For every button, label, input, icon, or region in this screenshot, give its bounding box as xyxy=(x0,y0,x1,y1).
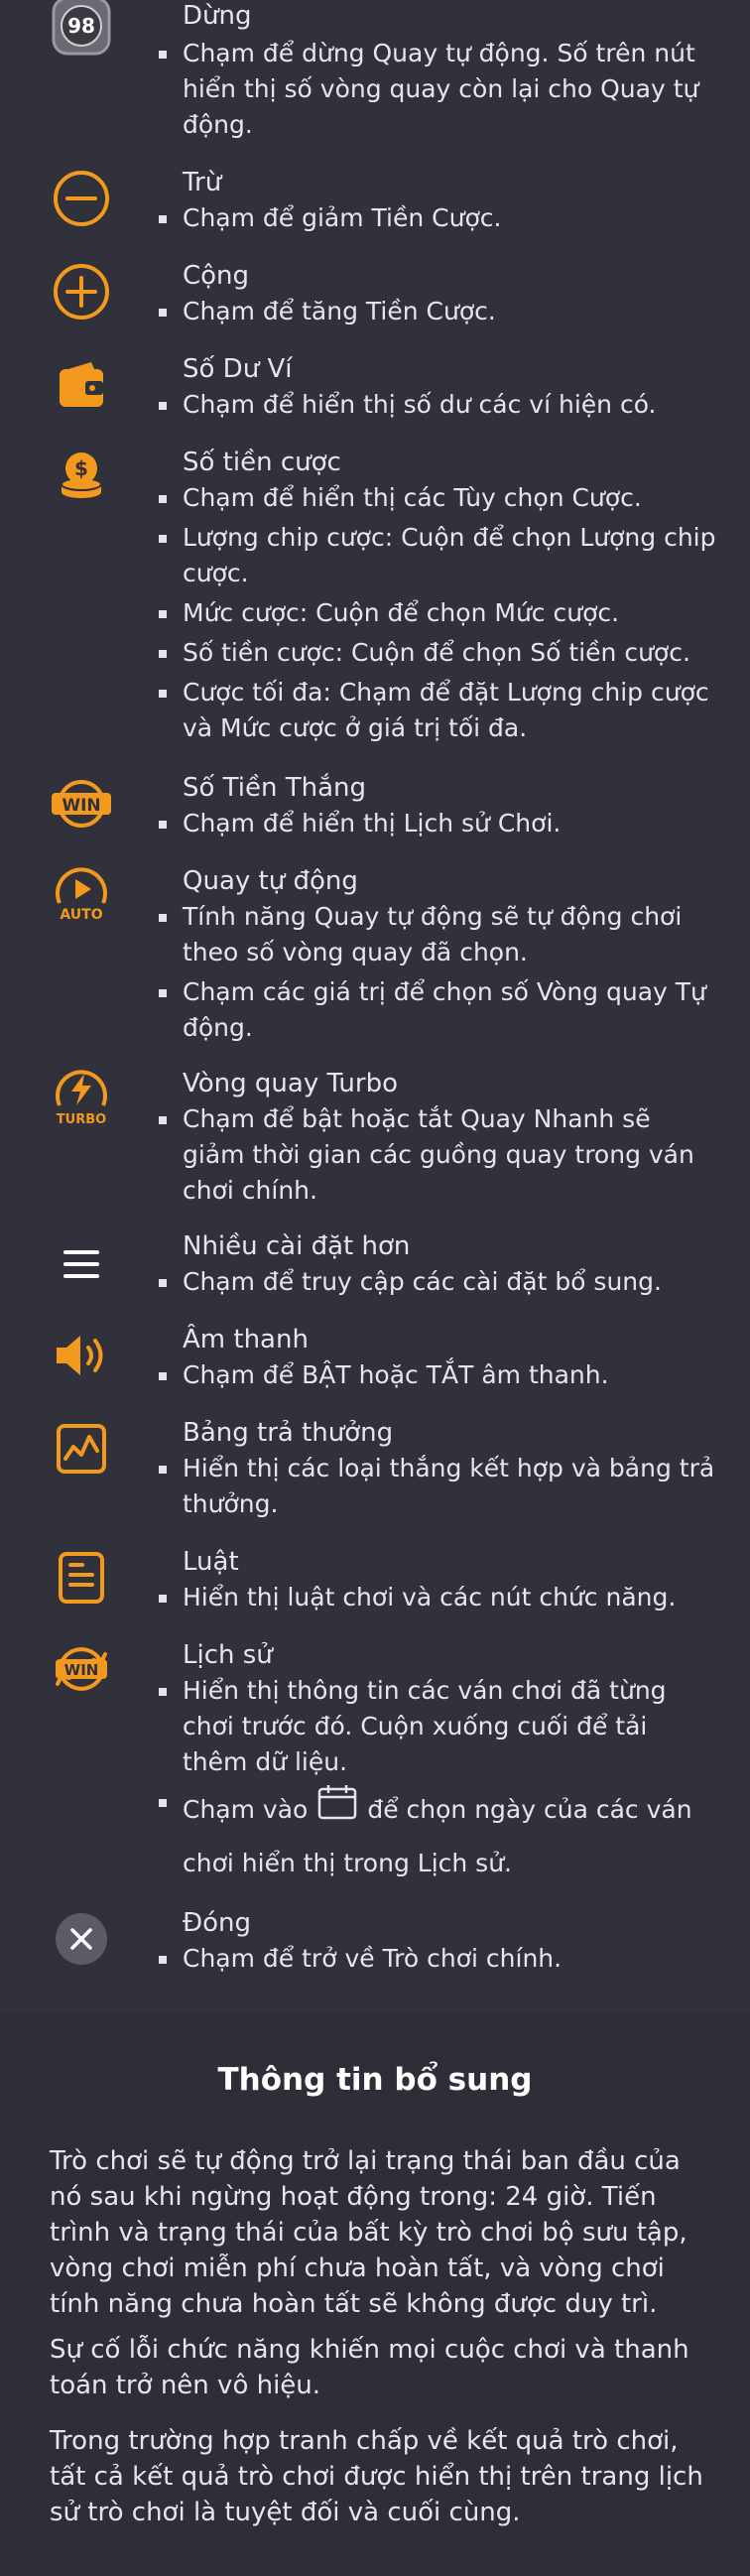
history-icon-text: WIN xyxy=(64,1661,99,1679)
item-bullet: Số tiền cược: Cuộn để chọn Số tiền cược. xyxy=(159,635,718,671)
item-bullet: Chạm để hiển thị số dư các ví hiện có. xyxy=(159,387,718,423)
item-title: Đóng xyxy=(183,1908,252,1938)
win-icon-text: WIN xyxy=(62,796,100,816)
additional-info-paragraph: Trò chơi sẽ tự động trở lại trạng thái b… xyxy=(50,2146,688,2319)
spin-counter: 98 xyxy=(67,14,95,38)
item-title: Cộng xyxy=(183,261,250,291)
calendar-bullet-after: để chọn ngày của các ván xyxy=(367,1795,692,1824)
menu-icon xyxy=(50,1232,113,1296)
turbo-icon-text: TURBO xyxy=(57,1112,106,1127)
history-icon: WIN xyxy=(50,1637,113,1701)
win-icon: WIN xyxy=(50,770,113,834)
item-bullet: Chạm để trở về Trò chơi chính. xyxy=(159,1941,718,1977)
svg-text:$: $ xyxy=(74,456,88,480)
additional-info-heading: Thông tin bổ sung xyxy=(217,2062,533,2098)
item-bullet: Chạm để hiển thị các Tùy chọn Cược. xyxy=(159,480,718,516)
item-bullet: Hiển thị luật chơi và các nút chức năng. xyxy=(159,1580,718,1615)
close-icon xyxy=(50,1907,113,1971)
calendar-bullet-before: Chạm vào xyxy=(183,1795,309,1824)
item-title: Dừng xyxy=(183,1,252,31)
item-bullet: Chạm để dừng Quay tự động. Số trên nút h… xyxy=(159,36,718,143)
item-title: Quay tự động xyxy=(183,866,358,896)
calendar-icon xyxy=(317,1784,357,1838)
item-bullet: Chạm các giá trị để chọn số Vòng quay Tự… xyxy=(159,974,718,1046)
item-bullet: Chạm để giảm Tiền Cược. xyxy=(159,200,718,236)
turbo-spin-icon: TURBO xyxy=(50,1066,113,1129)
item-bullet: Tính năng Quay tự động sẽ tự động chơi t… xyxy=(159,899,718,970)
item-title: Vòng quay Turbo xyxy=(183,1069,399,1098)
item-bullet: Hiển thị các loại thắng kết hợp và bảng … xyxy=(159,1451,718,1522)
item-title: Số tiền cược xyxy=(183,448,341,477)
calendar-bullet-line2: chơi hiển thị trong Lịch sử. xyxy=(183,1849,512,1877)
item-bullet: Chạm để hiển thị Lịch sử Chơi. xyxy=(159,806,718,841)
item-bullet: Chạm để bật hoặc tắt Quay Nhanh sẽ giảm … xyxy=(159,1101,718,1209)
item-title: Lịch sử xyxy=(183,1640,273,1670)
item-bullet: Hiển thị thông tin các ván chơi đã từng … xyxy=(159,1673,718,1780)
item-title: Âm thanh xyxy=(183,1325,309,1354)
calendar-bullet: Chạm vào để chọn ngày của các ván chơi hiể… xyxy=(159,1784,718,1889)
minus-icon xyxy=(50,167,113,230)
item-title: Nhiều cài đặt hơn xyxy=(183,1231,411,1261)
item-title: Bảng trả thưởng xyxy=(183,1418,394,1448)
plus-icon xyxy=(50,260,113,323)
additional-info-paragraph: Sự cố lỗi chức năng khiến mọi cuộc chơi … xyxy=(50,2335,689,2400)
item-bullet: Chạm để tăng Tiền Cược. xyxy=(159,294,718,329)
additional-info-paragraph: Trong trường hợp tranh chấp về kết quả t… xyxy=(50,2426,703,2527)
item-title: Trừ xyxy=(183,168,222,197)
rules-icon xyxy=(50,1546,113,1610)
item-title: Số Dư Ví xyxy=(183,354,293,384)
auto-icon-text: AUTO xyxy=(60,907,102,923)
stop-spin-counter-icon: 98 xyxy=(50,0,113,58)
item-bullet: Mức cược: Cuộn để chọn Mức cược. xyxy=(159,595,718,631)
paytable-icon xyxy=(50,1417,113,1481)
item-bullet: Lượng chip cược: Cuộn để chọn Lượng chip… xyxy=(159,520,718,591)
sound-icon xyxy=(50,1324,113,1387)
item-bullet: Chạm để truy cập các cài đặt bổ sung. xyxy=(159,1264,718,1300)
auto-spin-icon: AUTO xyxy=(50,863,113,927)
item-title: Số Tiền Thắng xyxy=(183,773,366,803)
additional-info-section: Thông tin bổ sung Trò chơi sẽ tự động tr… xyxy=(0,2012,750,2576)
feature-list: 98 Dừng Chạm để dừng Quay tự động. Số tr… xyxy=(0,0,750,2006)
item-bullet: Chạm để BẬT hoặc TẮT âm thanh. xyxy=(159,1357,718,1393)
coins-icon: $ xyxy=(50,445,113,508)
wallet-icon xyxy=(50,353,113,417)
item-title: Luật xyxy=(183,1547,239,1577)
item-bullet: Cược tối đa: Chạm để đặt Lượng chip cược… xyxy=(159,675,718,746)
